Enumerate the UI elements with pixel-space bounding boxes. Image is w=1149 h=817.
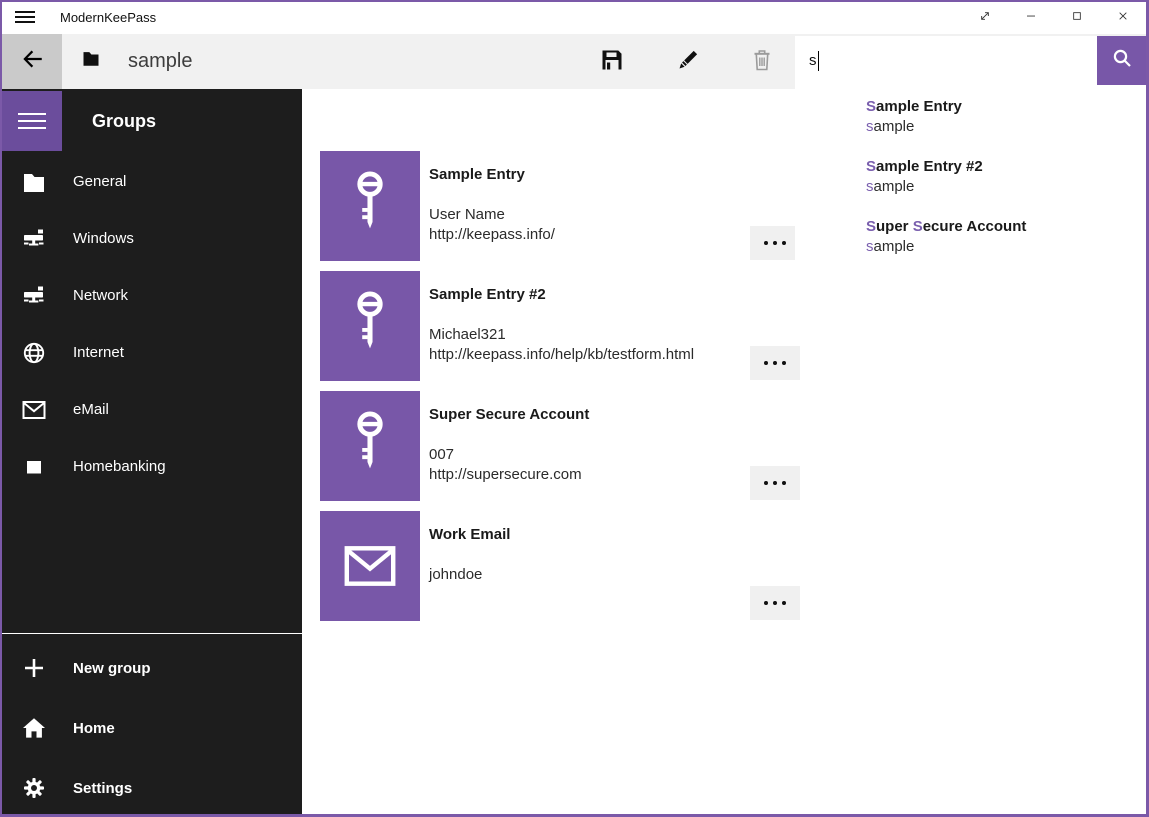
- save-icon: [600, 48, 624, 77]
- fullscreen-button[interactable]: [962, 2, 1008, 34]
- ellipsis-icon: [764, 601, 768, 605]
- sidebar-group-windows[interactable]: Windows: [2, 210, 302, 267]
- ellipsis-icon: [764, 241, 768, 245]
- search-input[interactable]: s: [795, 36, 1097, 85]
- gear-icon: [20, 774, 48, 802]
- computer-icon: [20, 282, 48, 310]
- entry-title: Work Email: [429, 526, 510, 543]
- suggestion-subtitle: sample: [866, 177, 1146, 197]
- entry-details: Michael321http://keepass.info/help/kb/te…: [429, 325, 694, 365]
- home-icon: [20, 714, 48, 742]
- plus-icon: [20, 654, 48, 682]
- edit-button[interactable]: [673, 47, 703, 77]
- entry-more-button[interactable]: [750, 226, 800, 260]
- window-title: ModernKeePass: [60, 10, 156, 25]
- search-icon: [1110, 46, 1134, 75]
- entry-details: User Namehttp://keepass.info/: [429, 205, 555, 245]
- ellipsis-icon: [764, 361, 768, 365]
- trash-icon: [750, 48, 774, 77]
- sidebar-item-label: Settings: [73, 780, 132, 797]
- sidebar-item-label: Home: [73, 720, 115, 737]
- sidebar-item-label: General: [73, 173, 126, 190]
- search-suggestion[interactable]: Sample Entry #2 sample: [795, 157, 1146, 217]
- suggestion-subtitle: sample: [866, 237, 1146, 257]
- search-button[interactable]: [1097, 36, 1146, 85]
- back-button[interactable]: [2, 34, 62, 89]
- folder-icon: [20, 168, 48, 196]
- window-controls: [962, 2, 1146, 34]
- close-icon: [1115, 8, 1131, 29]
- entry-row[interactable]: Work Email johndoe: [320, 511, 1105, 621]
- nav-hamburger-button[interactable]: [2, 91, 62, 151]
- save-button[interactable]: [597, 47, 627, 77]
- appbar: sample s: [2, 34, 1146, 89]
- titlebar: ModernKeePass: [2, 2, 1146, 34]
- search-suggestion[interactable]: Super Secure Account sample: [795, 217, 1146, 277]
- entry-details: 007http://supersecure.com: [429, 445, 582, 485]
- computer-icon: [20, 225, 48, 253]
- suggestion-title: Super Secure Account: [866, 217, 1146, 237]
- entry-tile: [320, 391, 420, 501]
- globe-icon: [20, 339, 48, 367]
- mail-icon: [20, 396, 48, 424]
- sidebar-group-general[interactable]: General: [2, 153, 302, 210]
- entry-tile: [320, 151, 420, 261]
- entry-title: Sample Entry #2: [429, 286, 546, 303]
- entry-title: Sample Entry: [429, 166, 525, 183]
- sidebar-item-label: Windows: [73, 230, 134, 247]
- sidebar-separator: [2, 633, 302, 634]
- back-arrow-icon: [19, 46, 45, 77]
- entry-more-button[interactable]: [750, 586, 800, 620]
- sidebar-item-label: Homebanking: [73, 458, 166, 475]
- app-window: ModernKeePass: [0, 0, 1149, 817]
- sidebar-actions: New group Home Settings: [2, 638, 302, 817]
- ellipsis-icon: [764, 481, 768, 485]
- group-list: General Windows Network Internet eMail H…: [2, 153, 302, 495]
- entry-tile: [320, 271, 420, 381]
- search-suggestion[interactable]: Sample Entry sample: [795, 97, 1146, 157]
- sidebar-action-home[interactable]: Home: [2, 698, 302, 758]
- sidebar-item-label: eMail: [73, 401, 109, 418]
- search-input-value: s: [809, 52, 817, 69]
- suggestion-subtitle: sample: [866, 117, 1146, 137]
- entry-more-button[interactable]: [750, 346, 800, 380]
- sidebar-action-settings[interactable]: Settings: [2, 758, 302, 817]
- entry-more-button[interactable]: [750, 466, 800, 500]
- maximize-icon: [1069, 8, 1085, 29]
- sidebar-item-label: Internet: [73, 344, 124, 361]
- database-title: sample: [128, 34, 192, 89]
- maximize-button[interactable]: [1054, 2, 1100, 34]
- minimize-icon: [1023, 8, 1039, 29]
- database-icon: [82, 50, 100, 66]
- sidebar-item-label: New group: [73, 660, 151, 677]
- sidebar: Groups General Windows Network Internet …: [2, 89, 302, 814]
- fullscreen-icon: [977, 8, 993, 29]
- entry-details: johndoe: [429, 565, 482, 585]
- delete-button[interactable]: [747, 47, 777, 77]
- sidebar-group-homebanking[interactable]: Homebanking: [2, 438, 302, 495]
- sidebar-group-internet[interactable]: Internet: [2, 324, 302, 381]
- search-suggestions-dropdown: Sample Entry sample Sample Entry #2 samp…: [795, 85, 1146, 297]
- sidebar-group-email[interactable]: eMail: [2, 381, 302, 438]
- pencil-icon: [676, 48, 700, 77]
- close-button[interactable]: [1100, 2, 1146, 34]
- text-caret: [818, 51, 820, 71]
- entry-row[interactable]: Super Secure Account 007http://supersecu…: [320, 391, 1105, 501]
- square-icon: [20, 453, 48, 481]
- sidebar-group-network[interactable]: Network: [2, 267, 302, 324]
- entry-title: Super Secure Account: [429, 406, 589, 423]
- suggestion-title: Sample Entry #2: [866, 157, 1146, 177]
- minimize-button[interactable]: [1008, 2, 1054, 34]
- groups-header: Groups: [92, 91, 156, 151]
- sidebar-action-new-group[interactable]: New group: [2, 638, 302, 698]
- entry-tile: [320, 511, 420, 621]
- sidebar-item-label: Network: [73, 287, 128, 304]
- suggestion-title: Sample Entry: [866, 97, 1146, 117]
- titlebar-hamburger-icon[interactable]: [15, 11, 35, 25]
